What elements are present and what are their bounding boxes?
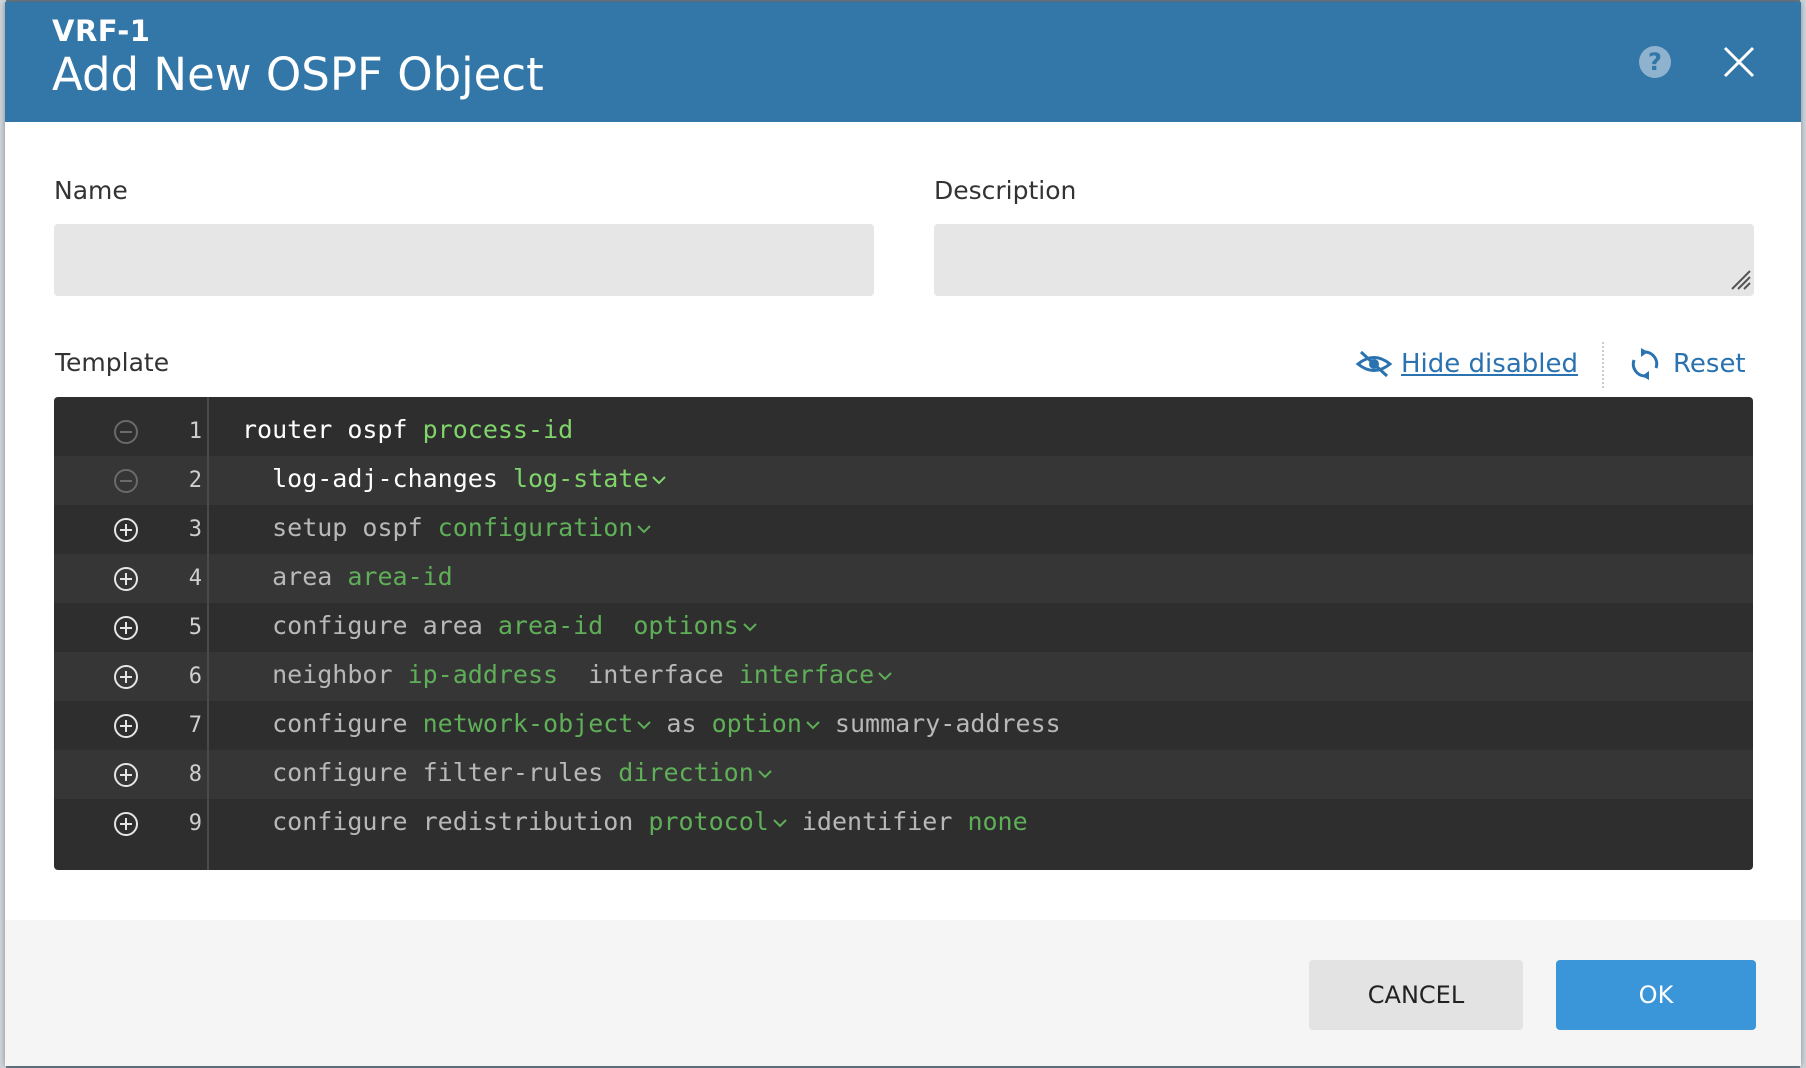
template-line: 6 neighbor ip-address interface interfac… [54,652,1753,701]
expand-plus-icon[interactable] [113,566,139,592]
template-placeholder[interactable]: process-id [423,415,574,444]
description-label: Description [934,176,1077,205]
action-divider [1602,342,1604,388]
line-number-text: 3 [188,517,202,542]
template-line: 2 log-adj-changes log-state [54,456,1753,505]
eye-slash-icon [1355,350,1393,378]
template-keyword: as [651,709,712,738]
hide-disabled-label: Hide disabled [1401,349,1578,379]
template-placeholder[interactable]: none [967,807,1027,836]
dialog-subtitle: VRF-1 [52,14,151,48]
template-keyword: identifier [786,807,968,836]
chevron-down-icon[interactable] [878,671,892,681]
template-line: 4 area area-id [54,554,1753,603]
gutter-divider [207,397,209,870]
description-textarea[interactable] [934,224,1754,296]
dialog-footer [5,920,1801,1066]
code-text: router ospf process-id [242,415,573,444]
template-placeholder[interactable]: protocol [648,807,768,836]
resize-grip-icon[interactable] [1726,265,1752,291]
template-keyword: configure filter-rules [242,758,619,787]
collapse-minus-icon[interactable] [113,419,139,445]
template-placeholder[interactable]: interface [739,660,874,689]
expand-plus-icon[interactable] [113,811,139,837]
question-circle-icon[interactable]: ? [1639,46,1671,78]
line-number-text: 9 [188,811,202,836]
template-keyword: configure [242,709,423,738]
collapse-minus-icon[interactable] [113,468,139,494]
line-number-text: 1 [188,419,202,444]
line-number-text: 7 [188,713,202,738]
template-placeholder[interactable]: area-id [347,562,452,591]
code-text: configure redistribution protocol identi… [242,807,1028,836]
template-placeholder[interactable]: area-id [498,611,603,640]
expand-plus-icon[interactable] [113,517,139,543]
reset-link[interactable]: Reset [1629,344,1746,384]
template-placeholder[interactable]: direction [618,758,753,787]
chevron-down-icon[interactable] [742,622,757,632]
code-text: neighbor ip-address interface interface [242,660,892,689]
expand-plus-icon[interactable] [113,664,139,690]
template-line: 1 router ospf process-id [54,407,1753,456]
template-line: 5 configure area area-id options [54,603,1753,652]
chevron-down-icon[interactable] [652,475,667,485]
template-keyword: summary-address [819,709,1061,738]
template-placeholder[interactable]: options [633,611,738,640]
template-keyword: configure redistribution [242,807,649,836]
name-label: Name [54,176,128,205]
line-number-text: 6 [188,664,202,689]
code-text: configure area area-id options [242,611,757,640]
code-text: configure filter-rules direction [242,758,772,787]
template-keyword: area [242,562,348,591]
hide-disabled-link[interactable]: Hide disabled [1355,344,1578,384]
chevron-down-icon[interactable] [806,720,820,730]
name-input[interactable] [54,224,874,296]
cancel-button[interactable]: CANCEL [1309,960,1523,1030]
template-placeholder[interactable]: configuration [438,513,634,542]
expand-plus-icon[interactable] [113,713,139,739]
expand-plus-icon[interactable] [113,762,139,788]
refresh-icon [1631,348,1659,380]
chevron-down-icon[interactable] [773,818,787,828]
template-placeholder[interactable]: option [712,709,802,738]
template-placeholder[interactable]: network-object [423,709,634,738]
line-number-text: 8 [188,762,202,787]
template-keyword: router ospf [242,415,423,444]
code-text: log-adj-changes log-state [242,464,667,493]
dialog-title: Add New OSPF Object [52,48,544,101]
template-keyword: interface [558,660,739,689]
code-text: configure network-object as option summa… [242,709,1061,738]
template-keyword [603,611,633,640]
line-number-text: 5 [188,615,202,640]
line-number-text: 4 [188,566,202,591]
chevron-down-icon[interactable] [637,524,652,534]
template-editor[interactable]: 1 router ospf process-id 2 log-adj-changes… [54,397,1753,870]
template-keyword: neighbor [242,660,408,689]
dialog-header: VRF-1 Add New OSPF Object ? [5,2,1801,122]
template-keyword: setup ospf [242,513,438,542]
code-text: area area-id [242,562,453,591]
template-keyword: log-adj-changes [242,464,513,493]
template-placeholder[interactable]: ip-address [408,660,559,689]
line-number-text: 2 [188,468,202,493]
reset-label: Reset [1673,349,1746,379]
chevron-down-icon[interactable] [637,720,652,730]
chevron-down-icon[interactable] [758,769,772,779]
code-text: setup ospf configuration [242,513,652,542]
template-label: Template [55,348,170,377]
add-ospf-object-dialog: VRF-1 Add New OSPF Object ? Name Descrip… [5,2,1801,1066]
template-keyword: configure area [242,611,498,640]
close-icon[interactable] [1719,42,1759,82]
template-placeholder[interactable]: log-state [513,464,648,493]
template-line: 9 configure redistribution protocol iden… [54,799,1753,848]
template-line: 7 configure network-object as option sum… [54,701,1753,750]
expand-plus-icon[interactable] [113,615,139,641]
template-line: 8 configure filter-rules direction [54,750,1753,799]
ok-button[interactable]: OK [1556,960,1756,1030]
template-line: 3 setup ospf configuration [54,505,1753,554]
